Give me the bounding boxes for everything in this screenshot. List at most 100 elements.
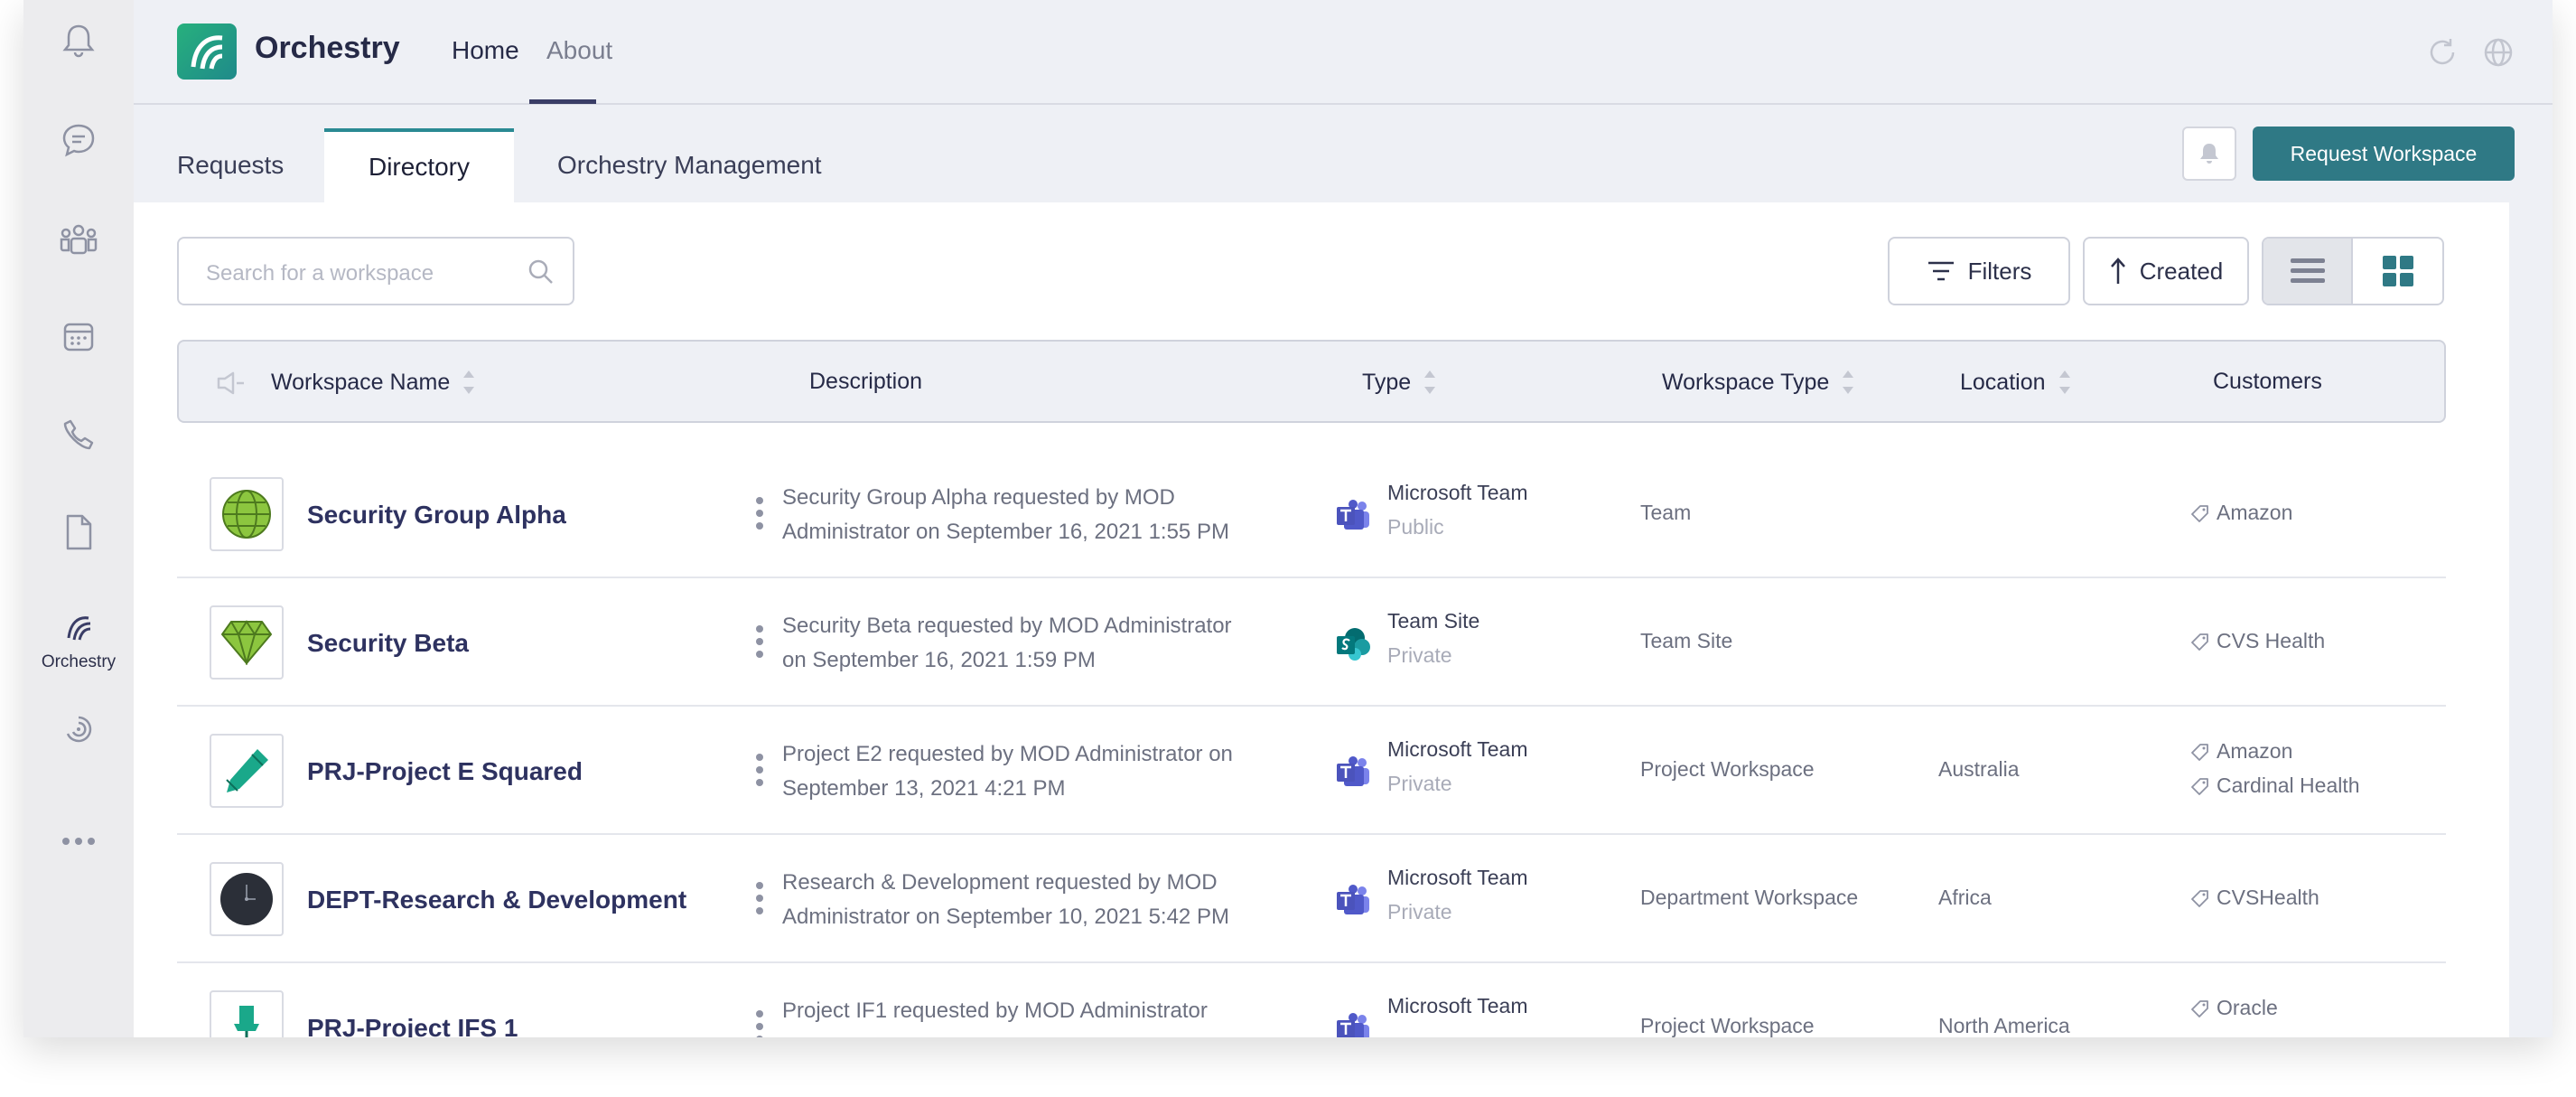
table-row[interactable]: PRJ-Project IFS 1 Project IF1 requested … <box>177 963 2446 1037</box>
workspace-icon <box>210 477 284 551</box>
nav-home-underline <box>529 99 596 104</box>
workspace-name[interactable]: DEPT-Research & Development <box>307 886 686 914</box>
speaker-mute-icon[interactable] <box>215 370 246 400</box>
microsoft-teams-icon <box>1335 884 1371 921</box>
chat-icon[interactable] <box>23 116 134 164</box>
workspace-name[interactable]: Security Beta <box>307 629 469 658</box>
sort-arrows-icon <box>1843 370 1854 394</box>
more-options-icon[interactable] <box>755 1008 764 1037</box>
list-view-button[interactable] <box>2263 239 2354 304</box>
microsoft-teams-icon <box>1335 499 1371 536</box>
workspace-type-main: Microsoft Team <box>1387 866 1528 889</box>
tag-icon <box>2191 999 2208 1017</box>
customer-tag: CVSHealth <box>2191 886 2319 910</box>
table-row[interactable]: PRJ-Project E Squared Project E2 request… <box>177 707 2446 835</box>
notifications-button[interactable] <box>2182 127 2236 181</box>
refresh-icon[interactable] <box>2426 36 2459 73</box>
tab-directory[interactable]: Directory <box>324 128 514 202</box>
more-apps-icon[interactable] <box>23 817 134 866</box>
workspace-type-main: Team Site <box>1387 609 1480 633</box>
workspace-description: Project E2 requested by MOD Administrato… <box>782 742 1233 801</box>
workspace-description: Security Beta requested by MOD Administr… <box>782 614 1232 672</box>
workspace-description: Project IF1 requested by MOD Administrat… <box>782 999 1208 1023</box>
microsoft-teams-icon <box>1335 1012 1371 1037</box>
app-header: Orchestry Home About <box>134 0 2553 105</box>
customer-tag: CVS Health <box>2191 629 2325 653</box>
tab-orchestry-management[interactable]: Orchestry Management <box>557 128 822 202</box>
customer-name: CVSHealth <box>2217 886 2319 909</box>
sort-label: Created <box>2139 257 2224 285</box>
app-title: Orchestry <box>255 31 400 65</box>
teams-icon[interactable] <box>23 215 134 264</box>
workspace-privacy: Public <box>1387 515 1444 539</box>
directory-panel: Search for a workspace Filters Created W… <box>134 202 2509 1037</box>
view-toggle <box>2262 237 2444 305</box>
col-type-label: Type <box>1362 369 1412 395</box>
col-workspace-type-label: Workspace Type <box>1662 369 1830 395</box>
files-icon[interactable] <box>23 508 134 557</box>
workspace-name[interactable]: PRJ-Project E Squared <box>307 757 583 786</box>
orchestry-icon <box>67 616 91 641</box>
more-options-icon[interactable] <box>755 624 764 664</box>
bell-icon <box>2200 144 2218 164</box>
table-row[interactable]: Security Beta Security Beta requested by… <box>177 578 2446 707</box>
rail-item-orchestry[interactable]: Orchestry <box>23 605 134 678</box>
sort-arrows-icon <box>2058 370 2070 394</box>
col-workspace-name[interactable]: Workspace Name <box>271 369 475 396</box>
col-location[interactable]: Location <box>1960 369 2071 396</box>
app-window: Orchestry Orchestry Home About Requests … <box>23 0 2553 1037</box>
more-options-icon[interactable] <box>755 880 764 921</box>
globe-icon <box>222 490 271 539</box>
workspace-privacy: Private <box>1387 772 1452 795</box>
workspace-name[interactable]: PRJ-Project IFS 1 <box>307 1014 518 1037</box>
grid-view-button[interactable] <box>2353 239 2442 304</box>
workspace-icon <box>210 990 284 1037</box>
more-options-icon[interactable] <box>755 752 764 792</box>
pencil-icon <box>226 749 268 792</box>
col-customers: Customers <box>2213 369 2322 395</box>
sort-created-button[interactable]: Created <box>2083 237 2249 305</box>
workspace-location: North America <box>1938 1014 2070 1037</box>
col-type[interactable]: Type <box>1362 369 1436 396</box>
col-workspace-name-label: Workspace Name <box>271 369 451 395</box>
search-placeholder: Search for a workspace <box>206 261 434 286</box>
globe-language-icon[interactable] <box>2482 36 2515 73</box>
diamond-icon <box>221 620 272 665</box>
tag-icon <box>2191 504 2208 522</box>
workspace-icon <box>210 862 284 936</box>
microsoft-teams-icon <box>1335 755 1371 792</box>
filter-icon <box>1927 261 1954 281</box>
more-options-icon[interactable] <box>755 495 764 536</box>
filters-button[interactable]: Filters <box>1888 237 2070 305</box>
customer-tag: Oracle <box>2191 996 2278 1020</box>
customer-tag: Amazon <box>2191 501 2292 525</box>
clock-icon <box>220 873 273 925</box>
table-row[interactable]: Security Group Alpha Security Group Alph… <box>177 450 2446 578</box>
customer-name: Amazon <box>2217 739 2293 763</box>
activity-bell-icon[interactable] <box>23 16 134 65</box>
search-input[interactable]: Search for a workspace <box>177 237 574 305</box>
nav-about[interactable]: About <box>546 36 612 65</box>
nav-home[interactable]: Home <box>452 36 519 65</box>
arrow-up-icon <box>2110 258 2125 284</box>
grid-view-icon <box>2382 256 2413 286</box>
workspace-description: Research & Development requested by MOD … <box>782 870 1229 929</box>
filters-label: Filters <box>1967 257 2032 285</box>
orchestry-logo-icon <box>177 23 237 80</box>
workspace-category: Project Workspace <box>1640 1014 1815 1037</box>
customer-name: Oracle <box>2217 996 2278 1019</box>
workspace-category: Department Workspace <box>1640 886 1859 909</box>
tag-icon <box>2191 889 2208 907</box>
request-workspace-button[interactable]: Request Workspace <box>2253 127 2515 181</box>
workspace-location: Africa <box>1938 886 1992 909</box>
workspace-icon <box>210 734 284 808</box>
calls-icon[interactable] <box>23 410 134 459</box>
app-swirl-icon[interactable] <box>23 705 134 754</box>
customer-name: Amazon <box>2217 501 2293 524</box>
table-row[interactable]: DEPT-Research & Development Research & D… <box>177 835 2446 963</box>
col-description: Description <box>809 369 922 395</box>
tab-requests[interactable]: Requests <box>177 128 284 202</box>
col-workspace-type[interactable]: Workspace Type <box>1662 369 1854 396</box>
workspace-name[interactable]: Security Group Alpha <box>307 501 566 530</box>
calendar-icon[interactable] <box>23 313 134 361</box>
